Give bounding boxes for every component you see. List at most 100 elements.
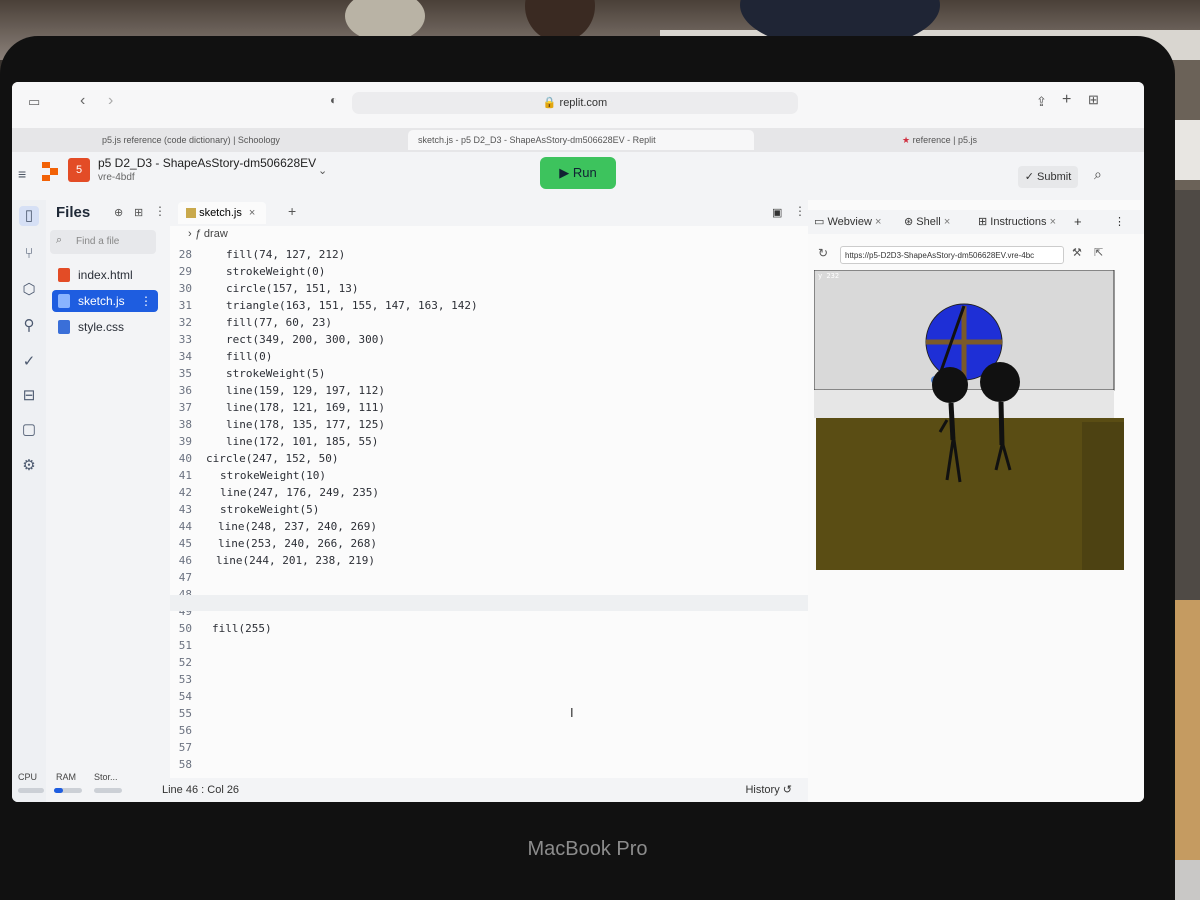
p5-canvas[interactable]: y 232: [813, 269, 1124, 576]
code-text: fill(74, 127, 212): [226, 248, 346, 261]
file-style-css[interactable]: style.css: [52, 316, 158, 338]
find-file-input[interactable]: ⌕ Find a file: [50, 230, 156, 254]
code-line[interactable]: 33 rect(349, 200, 300, 300): [170, 333, 808, 350]
code-line[interactable]: 41 strokeWeight(10): [170, 469, 808, 486]
inbox-icon[interactable]: ⊟: [19, 386, 39, 406]
code-line[interactable]: 35 strokeWeight(5): [170, 367, 808, 384]
code-text: line(244, 201, 238, 219): [216, 554, 375, 567]
close-icon[interactable]: ×: [1050, 216, 1056, 228]
search-icon[interactable]: ⌕: [1094, 166, 1102, 183]
packages-icon[interactable]: ⬡: [19, 280, 39, 300]
breadcrumb-function: draw: [203, 228, 228, 240]
close-icon[interactable]: ×: [249, 207, 255, 219]
tab-webview[interactable]: ▭ Webview ×: [814, 210, 881, 234]
user-icon[interactable]: ⚲: [19, 316, 39, 336]
project-name[interactable]: p5 D2_D3 - ShapeAsStory-dm506628EV: [98, 156, 316, 170]
code-line[interactable]: 31 triangle(163, 151, 155, 147, 163, 142): [170, 299, 808, 316]
status-bar: Line 46 : Col 26 History ↺: [162, 778, 808, 802]
webview-url-input[interactable]: https://p5-D2D3-ShapeAsStory-dm506628EV.…: [840, 246, 1064, 264]
tab-overview-icon[interactable]: ⊞: [1088, 92, 1099, 108]
file-name: index.html: [78, 268, 133, 282]
tab-instructions[interactable]: ⊞ Instructions ×: [978, 210, 1056, 234]
tab-schoology[interactable]: p5.js reference (code dictionary) | Scho…: [92, 130, 392, 150]
file-menu-icon[interactable]: ⋮: [140, 290, 152, 312]
new-tab-icon[interactable]: +: [1062, 91, 1071, 109]
code-line[interactable]: 43 strokeWeight(5): [170, 503, 808, 520]
layout-icon[interactable]: ▣: [772, 206, 782, 219]
code-line[interactable]: 58: [170, 758, 808, 775]
add-tab-icon[interactable]: +: [288, 203, 296, 219]
line-number: 43: [178, 503, 192, 516]
new-folder-icon[interactable]: ⊞: [134, 206, 143, 219]
chevron-down-icon[interactable]: ⌄: [318, 164, 327, 177]
search-icon: ⌕: [56, 234, 63, 246]
code-line[interactable]: 40 circle(247, 152, 50): [170, 452, 808, 469]
more-options-icon[interactable]: ⋮: [794, 204, 806, 218]
code-line[interactable]: 53: [170, 673, 808, 690]
code-line[interactable]: 39 line(172, 101, 185, 55): [170, 435, 808, 452]
code-line[interactable]: 56: [170, 724, 808, 741]
chevron-right-icon: ›: [188, 228, 192, 240]
reload-icon[interactable]: ↻: [818, 246, 828, 260]
more-options-icon[interactable]: ⋮: [154, 204, 166, 218]
close-icon[interactable]: ×: [875, 216, 881, 228]
tab-replit[interactable]: sketch.js - p5 D2_D3 - ShapeAsStory-dm50…: [408, 130, 754, 150]
code-line[interactable]: 51: [170, 639, 808, 656]
code-line[interactable]: 32 fill(77, 60, 23): [170, 316, 808, 333]
code-line[interactable]: 36 line(159, 129, 197, 112): [170, 384, 808, 401]
sidebar-toggle-icon[interactable]: ▭: [28, 94, 40, 110]
code-line[interactable]: 50 fill(255): [170, 622, 808, 639]
code-line[interactable]: 42 line(247, 176, 249, 235): [170, 486, 808, 503]
menu-icon[interactable]: ≡: [18, 166, 26, 182]
code-editor[interactable]: sketch.js × + ▣ ⋮ › ƒ draw 28 fill(74, 12…: [162, 200, 808, 802]
app-header: ≡ 5 p5 D2_D3 - ShapeAsStory-dm506628EV v…: [12, 152, 1144, 200]
code-line[interactable]: 45 line(253, 240, 266, 268): [170, 537, 808, 554]
tab-shell[interactable]: ⊛ Shell ×: [904, 210, 950, 234]
more-options-icon[interactable]: ⋮: [1114, 210, 1125, 234]
code-line[interactable]: 55: [170, 707, 808, 724]
code-line[interactable]: 28 fill(74, 127, 212): [170, 248, 808, 265]
file-sketch-js[interactable]: sketch.js ⋮: [52, 290, 158, 312]
code-text: line(247, 176, 249, 235): [220, 486, 379, 499]
share-icon[interactable]: ⇪: [1036, 94, 1047, 110]
code-line[interactable]: 37 line(178, 121, 169, 111): [170, 401, 808, 418]
line-number: 47: [178, 571, 192, 584]
code-line[interactable]: 30 circle(157, 151, 13): [170, 282, 808, 299]
chat-icon[interactable]: ▢: [19, 420, 39, 440]
checkmark-icon[interactable]: ✓: [19, 352, 39, 372]
back-icon[interactable]: ‹: [80, 92, 85, 110]
code-line[interactable]: 44 line(248, 237, 240, 269): [170, 520, 808, 537]
open-new-window-icon[interactable]: ⇱: [1094, 246, 1103, 259]
add-tab-icon[interactable]: +: [1074, 210, 1082, 234]
devtools-icon[interactable]: ⚒: [1072, 246, 1082, 259]
line-number: 37: [178, 401, 192, 414]
close-icon[interactable]: ×: [944, 216, 950, 228]
files-icon[interactable]: ▯: [19, 206, 39, 226]
git-icon[interactable]: ⑂: [19, 244, 39, 264]
file-name: sketch.js: [78, 294, 125, 308]
run-button[interactable]: ▶ Run: [540, 157, 616, 189]
code-line[interactable]: 38 line(178, 135, 177, 125): [170, 418, 808, 435]
editor-tab-sketch-js[interactable]: sketch.js ×: [178, 202, 266, 224]
history-button[interactable]: History ↺: [745, 778, 792, 802]
replit-logo-icon[interactable]: [42, 162, 58, 182]
find-file-placeholder: Find a file: [76, 236, 120, 247]
code-line[interactable]: 52: [170, 656, 808, 673]
code-line[interactable]: 34 fill(0): [170, 350, 808, 367]
forward-icon[interactable]: ›: [108, 92, 113, 110]
code-line[interactable]: 57: [170, 741, 808, 758]
address-bar[interactable]: 🔒 replit.com: [352, 92, 798, 114]
code-line[interactable]: 46 line(244, 201, 238, 219): [170, 554, 808, 571]
file-index-html[interactable]: index.html: [52, 264, 158, 286]
code-line[interactable]: 54: [170, 690, 808, 707]
tab-p5-reference[interactable]: ★ reference | p5.js: [892, 130, 1052, 150]
active-line-highlight: [170, 595, 808, 611]
settings-gear-icon[interactable]: ⚙: [19, 456, 39, 476]
line-number: 39: [178, 435, 192, 448]
code-line[interactable]: 47: [170, 571, 808, 588]
code-line[interactable]: 29 strokeWeight(0): [170, 265, 808, 282]
code-text: line(248, 237, 240, 269): [218, 520, 377, 533]
new-file-icon[interactable]: ⊕: [114, 206, 123, 219]
submit-button[interactable]: ✓ Submit: [1018, 166, 1078, 188]
line-number: 36: [178, 384, 192, 397]
